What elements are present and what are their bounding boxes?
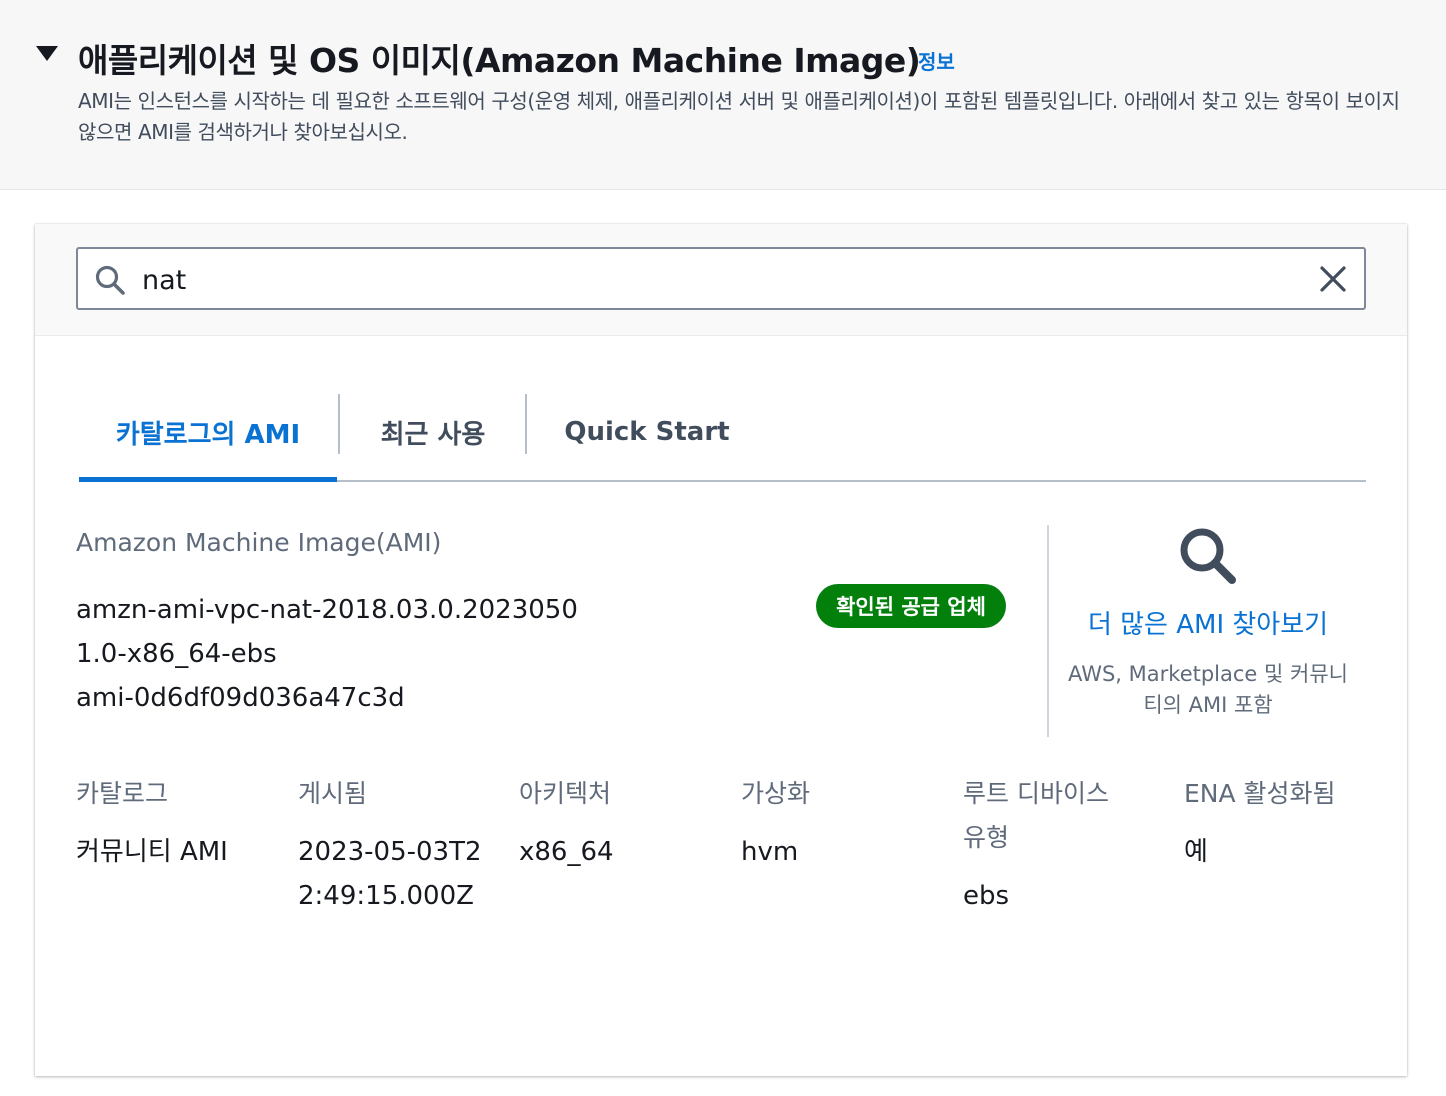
tab-quick-start[interactable]: Quick Start [527,384,767,480]
detail-value: 예 [1184,837,1208,867]
detail-label: 카탈로그 [76,779,169,808]
detail-label: 게시됨 [298,779,368,808]
info-link[interactable]: 정보 [918,46,955,75]
detail-value: hvm [741,837,799,867]
detail-catalog: 카탈로그 커뮤니티 AMI [76,772,276,874]
search-area: nat [35,224,1407,336]
ami-label: Amazon Machine Image(AMI) [76,528,442,557]
detail-root-device-type: 루트 디바이스 유형 ebs [963,772,1133,918]
search-value[interactable]: nat [142,265,186,296]
ami-id: ami-0d6df09d036a47c3d [76,683,405,713]
detail-value: 2023-05-03T22:49:15.000Z [298,837,482,911]
verified-provider-badge: 확인된 공급 업체 [816,584,1006,628]
detail-ena-enabled: ENA 활성화됨 예 [1184,772,1384,874]
caret-down-icon[interactable] [36,46,58,61]
active-tab-indicator [79,477,337,482]
detail-published: 게시됨 2023-05-03T22:49:15.000Z [298,772,488,918]
detail-label: 루트 디바이스 유형 [963,779,1109,852]
tab-bar: 카탈로그의 AMI 최근 사용 Quick Start [79,384,1366,482]
search-icon [1180,528,1236,584]
find-more-ami-link[interactable]: 더 많은 AMI 찾아보기 [1065,604,1351,641]
detail-label: ENA 활성화됨 [1184,779,1336,808]
detail-label: 가상화 [741,779,811,808]
section-description: AMI는 인스턴스를 시작하는 데 필요한 소프트웨어 구성(운영 체제, 애플… [78,89,1400,144]
tab-recently-used[interactable]: 최근 사용 [340,384,526,480]
close-icon[interactable] [1318,264,1348,294]
detail-architecture: 아키텍처 x86_64 [519,772,719,874]
tab-catalog-ami[interactable]: 카탈로그의 AMI [79,384,337,480]
detail-value: x86_64 [519,837,614,867]
section-header: 애플리케이션 및 OS 이미지(Amazon Machine Image) 정보… [0,0,1446,190]
section-title: 애플리케이션 및 OS 이미지(Amazon Machine Image) [78,41,921,80]
find-more-ami: 더 많은 AMI 찾아보기 AWS, Marketplace 및 커뮤니티의 A… [1065,524,1351,721]
ami-name: amzn-ami-vpc-nat-2018.03.0.20230501.0-x8… [76,595,578,669]
find-more-ami-subtitle: AWS, Marketplace 및 커뮤니티의 AMI 포함 [1068,662,1348,717]
ami-card: nat 카탈로그의 AMI 최근 사용 Quick Start Amazon M… [35,224,1407,1076]
detail-virtualization: 가상화 hvm [741,772,941,874]
divider [1047,525,1049,737]
search-input[interactable]: nat [76,247,1366,310]
detail-value: ebs [963,881,1010,911]
search-icon [95,265,125,295]
detail-value: 커뮤니티 AMI [76,837,228,867]
detail-label: 아키텍처 [519,779,612,808]
